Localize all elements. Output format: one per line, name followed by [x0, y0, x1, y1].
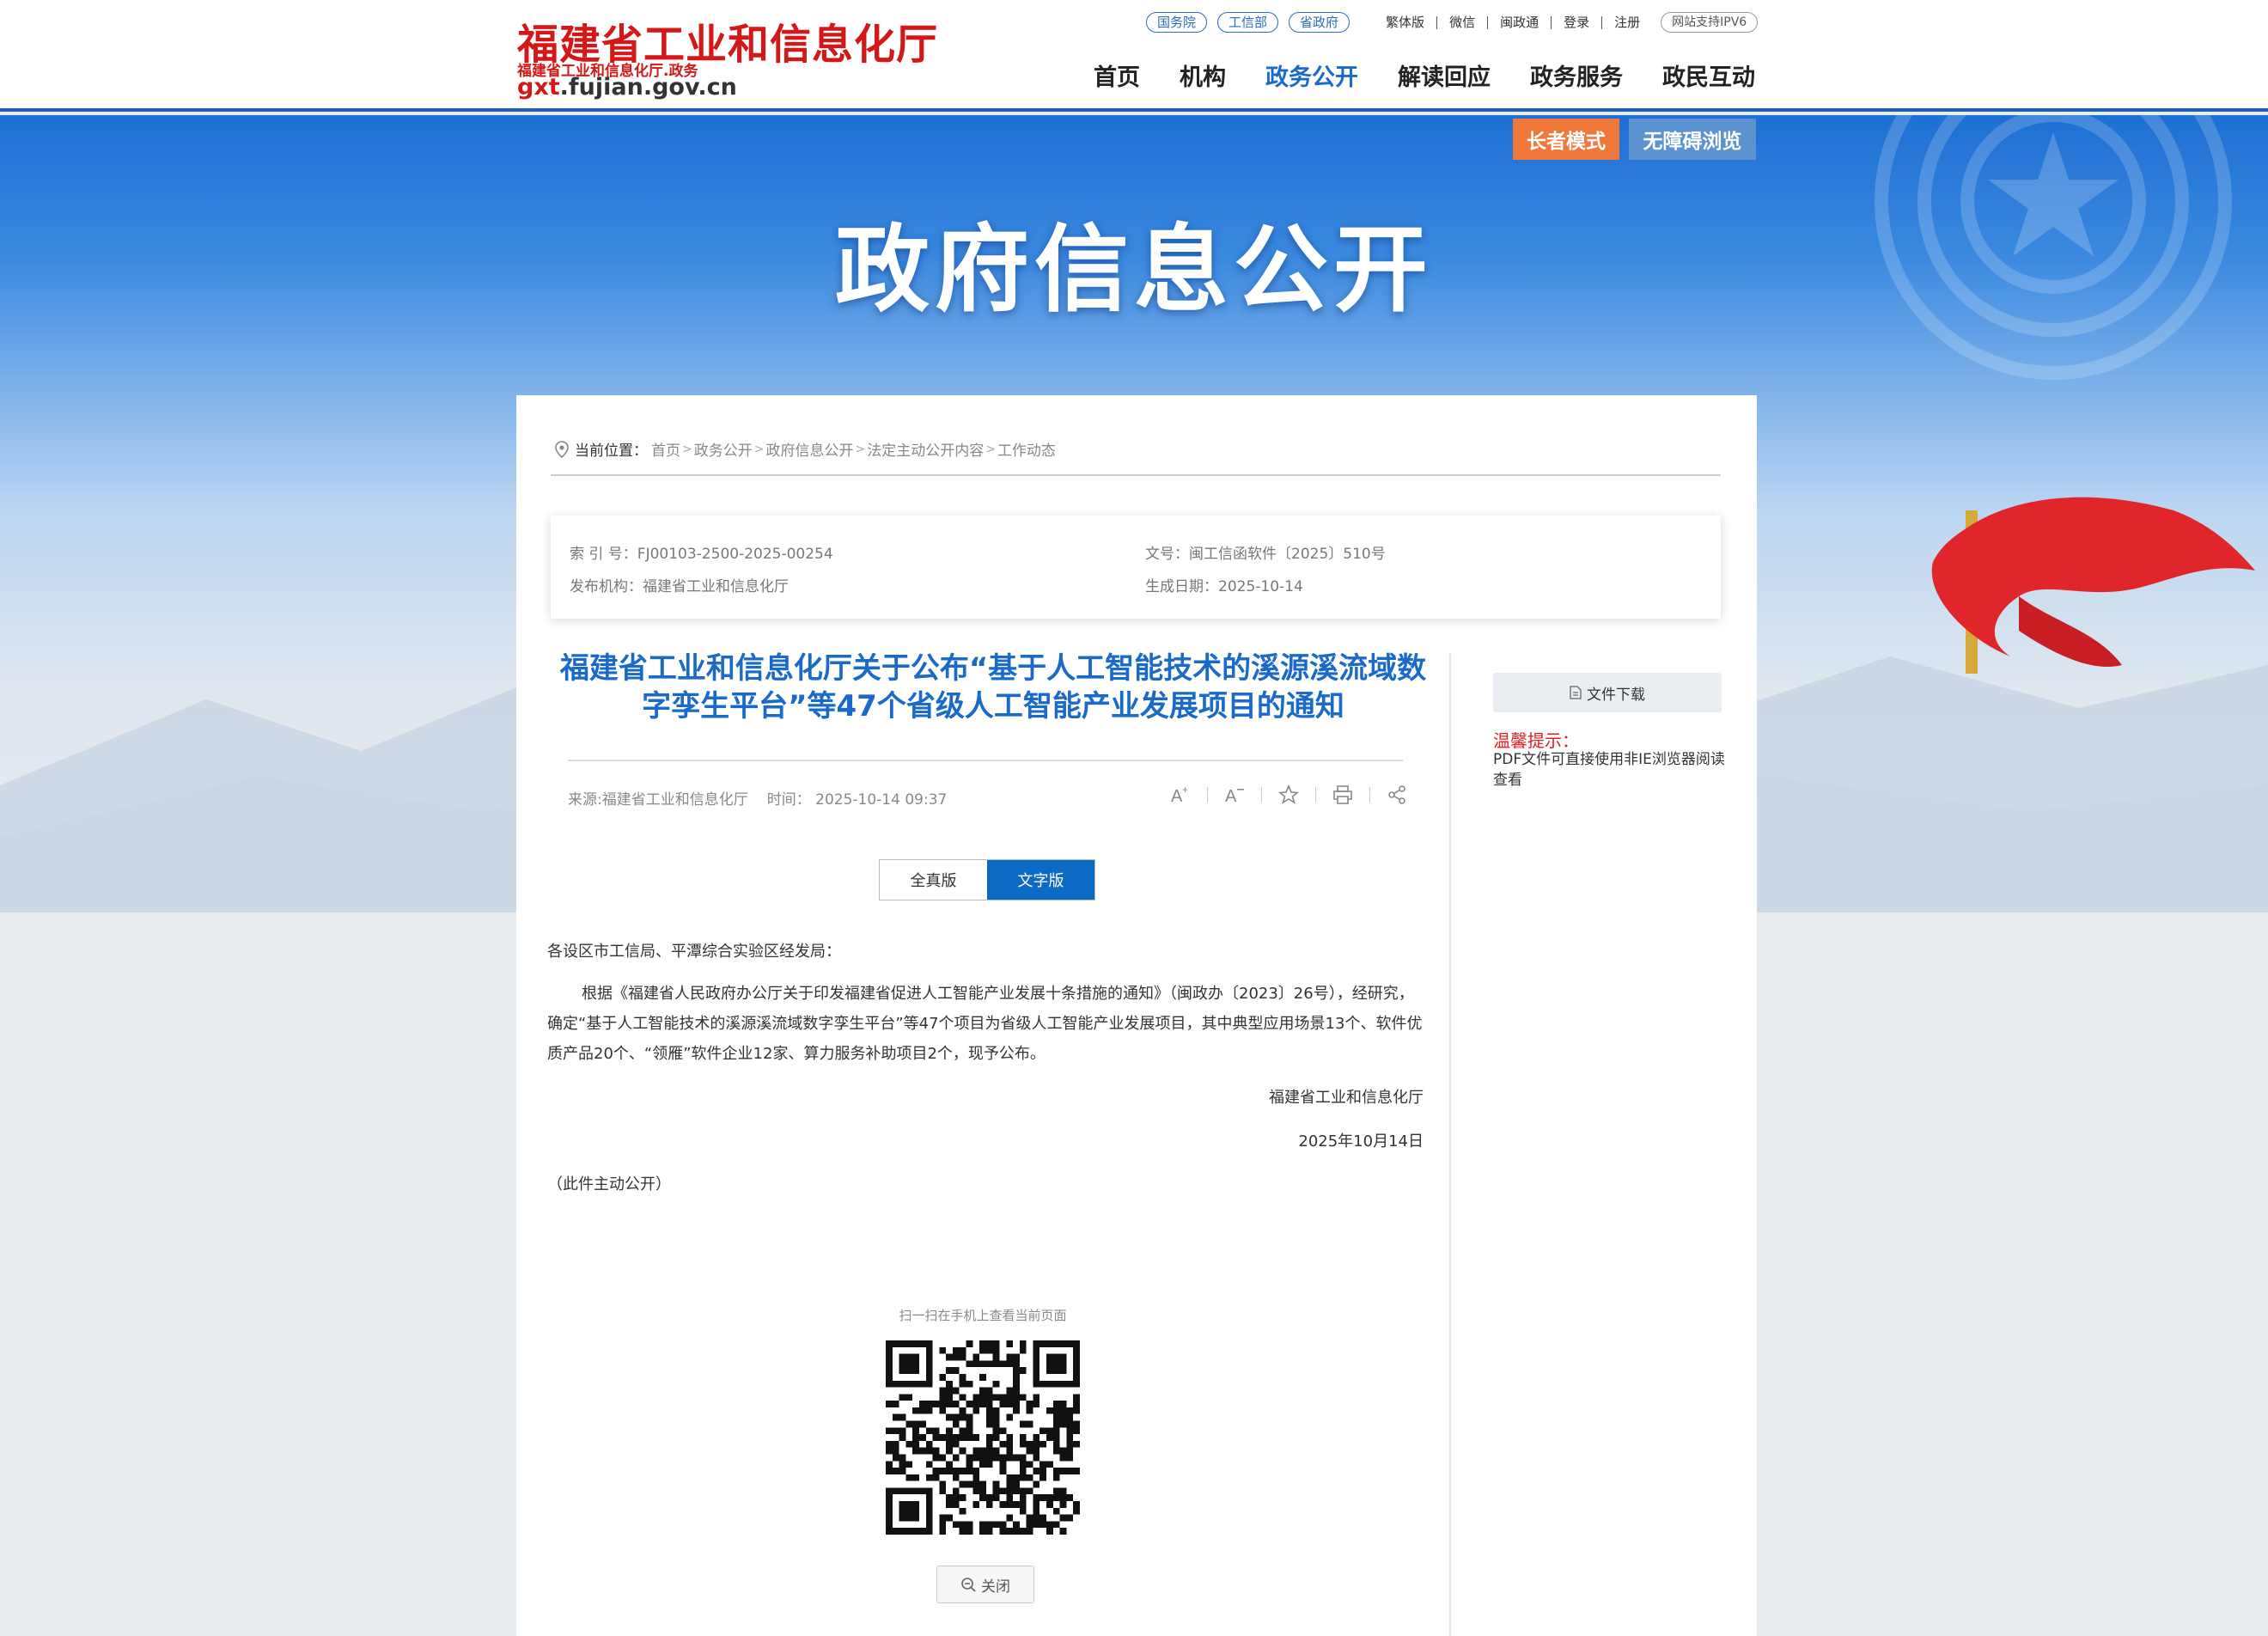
nav-interpretation[interactable]: 解读回应 — [1398, 58, 1491, 92]
link-wechat[interactable]: 微信 — [1437, 15, 1489, 29]
tool-separator — [1315, 787, 1316, 803]
article-signature: 福建省工业和信息化厅 — [1269, 1089, 1424, 1107]
link-state-council[interactable]: 国务院 — [1146, 12, 1208, 33]
link-register[interactable]: 注册 — [1602, 15, 1652, 29]
sidebar-divider — [1449, 653, 1451, 1636]
accessible-browse-button[interactable]: 无障碍浏览 — [1629, 119, 1756, 160]
ipv6-badge: 网站支持IPV6 — [1661, 12, 1759, 33]
article-tools: A + A — [1166, 780, 1411, 809]
breadcrumb-separator: > — [985, 442, 996, 456]
close-label: 关闭 — [981, 1578, 1010, 1596]
red-flag-decoration — [1931, 497, 2255, 674]
nav-gov-affairs-open[interactable]: 政务公开 — [1265, 58, 1358, 92]
article-title: 福建省工业和信息化厅关于公布“基于人工智能技术的溪源溪流域数字孪生平台”等47个… — [559, 651, 1427, 723]
font-decrease-icon[interactable]: A — [1220, 780, 1249, 809]
site-header: 福建省工业和信息化厅 福建省工业和信息化厅.政务 gxt.fujian.gov.… — [0, 0, 2268, 112]
qr-caption: 扫一扫在手机上查看当前页面 — [899, 1308, 1067, 1323]
zoom-out-icon — [961, 1578, 976, 1592]
breadcrumb-separator: > — [855, 442, 866, 456]
article-source: 来源:福建省工业和信息化厅 — [568, 791, 748, 809]
svg-text:+: + — [1182, 784, 1188, 796]
article-meta: 来源:福建省工业和信息化厅 时间： 2025-10-14 09:37 — [568, 787, 947, 809]
breadcrumb-home[interactable]: 首页 — [651, 438, 680, 460]
file-icon — [1570, 686, 1582, 699]
svg-text:A: A — [1171, 787, 1183, 805]
elder-mode-button[interactable]: 长者模式 — [1513, 119, 1619, 160]
breadcrumb-divider — [551, 474, 1721, 476]
link-miit[interactable]: 工信部 — [1217, 12, 1279, 33]
font-increase-icon[interactable]: A + — [1166, 780, 1195, 809]
breadcrumb-separator: > — [682, 442, 692, 456]
breadcrumb-work-news[interactable]: 工作动态 — [997, 438, 1056, 460]
breadcrumb-separator: > — [753, 442, 765, 456]
article-salutation: 各设区市工信局、平潭综合实验区经发局： — [547, 943, 841, 961]
article-time: 时间： 2025-10-14 09:37 — [766, 791, 948, 809]
logo-domain-suffix: .fujian.gov.cn — [559, 74, 737, 101]
logo-domain-prefix: gxt — [517, 74, 560, 101]
breadcrumb: 当前位置： 首页 > 政务公开 > 政府信息公开 > 法定主动公开内容 > 工作动态 — [554, 438, 1056, 460]
nav-home[interactable]: 首页 — [1094, 58, 1140, 92]
share-icon[interactable] — [1382, 780, 1411, 809]
breadcrumb-info-open[interactable]: 政府信息公开 — [765, 438, 853, 460]
view-text-button[interactable]: 文字版 — [987, 860, 1094, 900]
view-full-button[interactable]: 全真版 — [880, 860, 987, 900]
tool-separator — [1207, 787, 1208, 803]
publisher: 发布机构：福建省工业和信息化厅 — [570, 578, 789, 595]
link-provincial-gov[interactable]: 省政府 — [1289, 12, 1350, 33]
site-logo-domain: gxt.fujian.gov.cn — [517, 74, 737, 101]
link-traditional-chinese[interactable]: 繁体版 — [1374, 15, 1438, 29]
breadcrumb-statutory[interactable]: 法定主动公开内容 — [867, 438, 984, 460]
link-minzhengtong[interactable]: 闽政通 — [1488, 15, 1552, 29]
svg-text:A: A — [1225, 787, 1237, 805]
created-date: 生成日期：2025-10-14 — [1145, 578, 1303, 595]
article-publicity: （此件主动公开） — [547, 1175, 671, 1193]
tool-separator — [1261, 787, 1262, 803]
file-download-button[interactable]: 文件下载 — [1493, 673, 1722, 712]
tip-text: PDF文件可直接使用非IE浏览器阅读查看 — [1493, 751, 1725, 789]
document-info-box: 索 引 号：FJ00103-2500-2025-00254 文号：闽工信函软件〔… — [551, 516, 1721, 619]
top-links: 国务院 工信部 省政府 繁体版 微信 闽政通 登录 注册 网站支持IPV6 — [1146, 12, 1759, 33]
nav-organization[interactable]: 机构 — [1180, 58, 1226, 92]
article-date: 2025年10月14日 — [1298, 1132, 1424, 1151]
link-login[interactable]: 登录 — [1552, 15, 1603, 29]
location-icon — [555, 440, 569, 458]
article-body: 根据《福建省人民政府办公厅关于印发福建省促进人工智能产业发展十条措施的通知》（闽… — [547, 985, 1423, 1063]
view-toggle: 全真版 文字版 — [879, 859, 1095, 900]
title-divider — [568, 760, 1403, 761]
nav-gov-services[interactable]: 政务服务 — [1530, 58, 1623, 92]
qr-code — [886, 1340, 1080, 1535]
tool-separator — [1369, 787, 1370, 803]
print-icon[interactable] — [1328, 780, 1357, 809]
tip-title: 温馨提示： — [1493, 730, 1579, 751]
article-content: 各设区市工信局、平潭综合实验区经发局： 根据《福建省人民政府办公厅关于印发福建省… — [547, 937, 1424, 1200]
main-nav: 首页 机构 政务公开 解读回应 政务服务 政民互动 — [1054, 58, 1755, 92]
close-button[interactable]: 关闭 — [936, 1566, 1034, 1603]
document-number: 文号：闽工信函软件〔2025〕510号 — [1145, 546, 1386, 563]
banner-title: 政府信息公开 — [835, 215, 1433, 325]
main-panel: 当前位置： 首页 > 政务公开 > 政府信息公开 > 法定主动公开内容 > 工作动态 索… — [516, 395, 1757, 1636]
favorite-star-icon[interactable] — [1274, 780, 1303, 809]
file-download-label: 文件下载 — [1587, 686, 1645, 704]
index-number: 索 引 号：FJ00103-2500-2025-00254 — [570, 546, 833, 563]
breadcrumb-gov-affairs[interactable]: 政务公开 — [694, 438, 753, 460]
nav-interaction[interactable]: 政民互动 — [1662, 58, 1755, 92]
breadcrumb-label: 当前位置： — [575, 443, 648, 460]
